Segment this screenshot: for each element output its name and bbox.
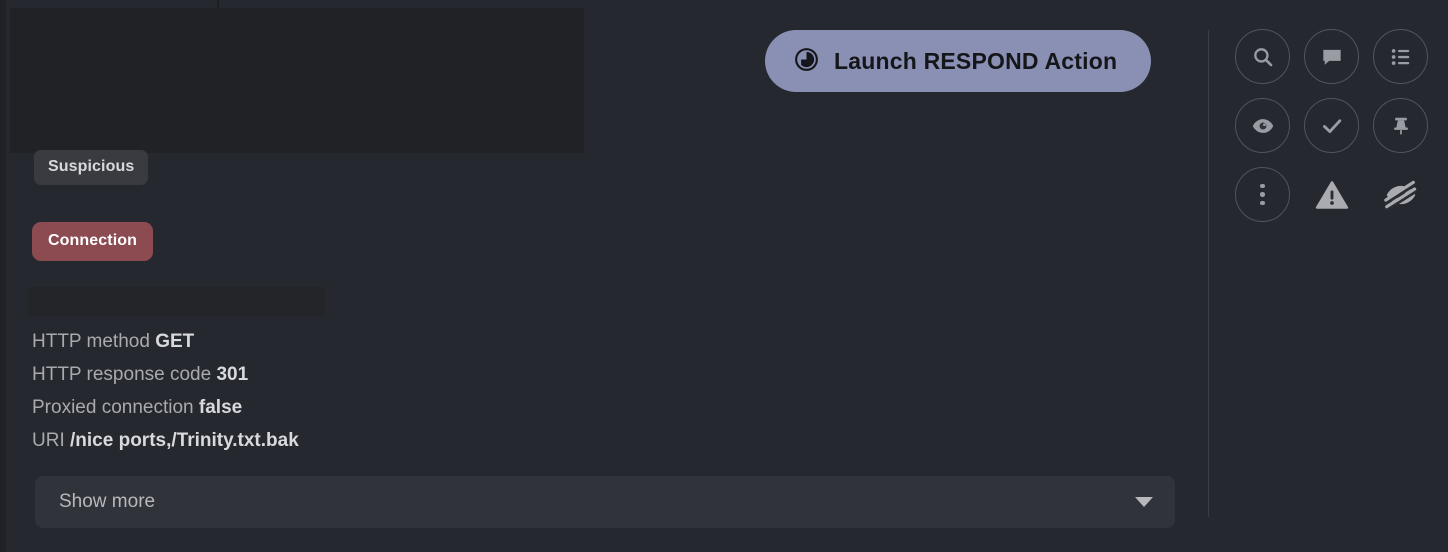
pin-button[interactable] xyxy=(1366,91,1435,160)
watch-button[interactable] xyxy=(1228,91,1297,160)
acknowledge-button[interactable] xyxy=(1297,91,1366,160)
detail-value: GET xyxy=(155,331,195,352)
detail-row-http-response-code: HTTP response code 301 xyxy=(32,358,792,391)
eye-off-icon xyxy=(1373,167,1428,222)
launch-respond-action-button[interactable]: Launch RESPOND Action xyxy=(765,30,1152,92)
detail-key: URI xyxy=(32,430,65,451)
detail-value: 301 xyxy=(216,364,249,385)
chevron-down-icon xyxy=(1135,497,1153,507)
detail-key: HTTP response code xyxy=(32,364,212,385)
list-icon xyxy=(1373,29,1428,84)
classification-badge-row: Suspicious xyxy=(34,150,149,185)
detail-key: Proxied connection xyxy=(32,397,194,418)
respond-action-icon xyxy=(793,46,820,76)
redacted-media-block xyxy=(10,8,584,153)
show-more-toggle[interactable]: Show more xyxy=(35,476,1175,528)
comment-icon xyxy=(1304,29,1359,84)
detail-row-uri: URI /nice ports,/Trinity.txt.bak xyxy=(32,424,792,457)
redacted-title-block xyxy=(28,287,325,316)
status-badge-connection[interactable]: Connection xyxy=(32,222,153,261)
list-button[interactable] xyxy=(1366,22,1435,91)
warning-indicator[interactable] xyxy=(1297,160,1366,229)
detail-value: /nice ports,/Trinity.txt.bak xyxy=(70,430,299,451)
category-badge-row: Connection xyxy=(32,222,153,261)
detail-value: false xyxy=(198,397,243,418)
warning-icon xyxy=(1304,167,1359,222)
connection-details-list: HTTP method GET HTTP response code 301 P… xyxy=(32,325,792,457)
detail-row-http-method: HTTP method GET xyxy=(32,325,792,358)
alert-detail-panel: Suspicious Connection HTTP method GET HT… xyxy=(0,0,1448,552)
more-vertical-icon xyxy=(1235,167,1290,222)
search-icon xyxy=(1235,29,1290,84)
more-options-button[interactable] xyxy=(1228,160,1297,229)
detail-row-proxied-connection: Proxied connection false xyxy=(32,391,792,424)
right-rail-icon-grid xyxy=(1228,22,1436,229)
pin-icon xyxy=(1373,98,1428,153)
comment-button[interactable] xyxy=(1297,22,1366,91)
launch-respond-action-label: Launch RESPOND Action xyxy=(834,47,1118,74)
show-more-label: Show more xyxy=(59,491,156,512)
eye-icon xyxy=(1235,98,1290,153)
search-button[interactable] xyxy=(1228,22,1297,91)
hide-button[interactable] xyxy=(1366,160,1435,229)
left-edge-strip xyxy=(0,0,6,552)
check-icon xyxy=(1304,98,1359,153)
right-rail-divider xyxy=(1208,30,1209,517)
detail-key: HTTP method xyxy=(32,331,150,352)
status-badge-suspicious[interactable]: Suspicious xyxy=(34,150,149,185)
